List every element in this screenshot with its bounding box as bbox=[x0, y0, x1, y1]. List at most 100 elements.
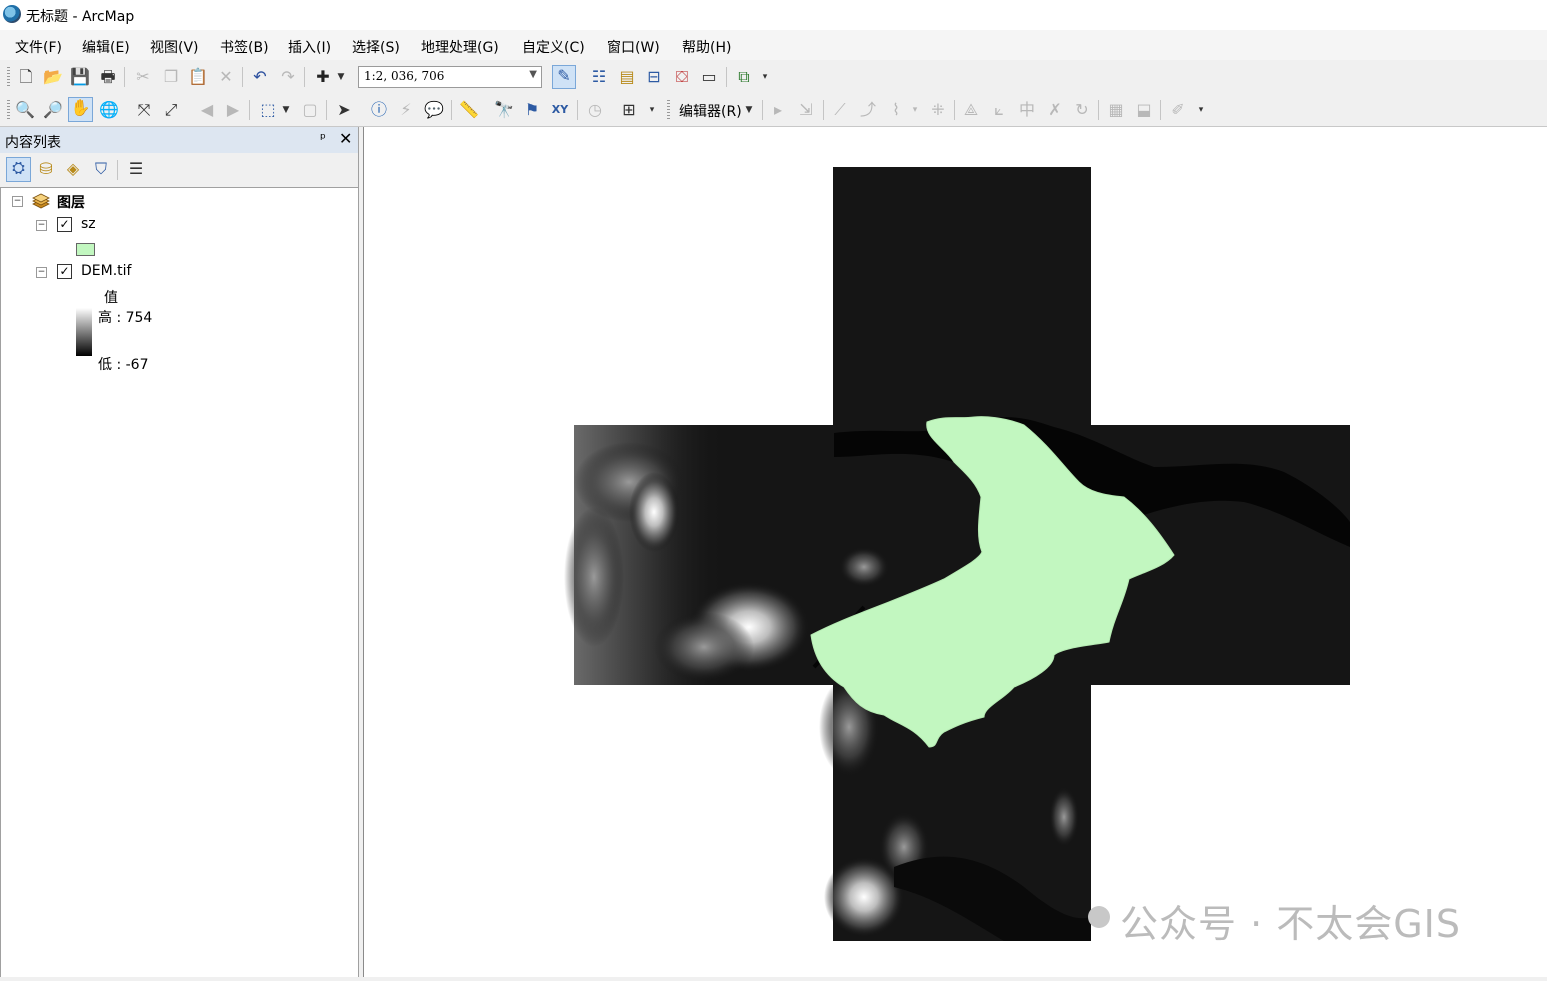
create-features-icon[interactable]: ✐ bbox=[1168, 100, 1188, 120]
toolbar-options-icon[interactable]: ▾ bbox=[760, 67, 770, 87]
fixed-zoom-in-icon[interactable]: ⤧ bbox=[134, 100, 154, 120]
menu-geoprocessing[interactable]: 地理处理(G) bbox=[421, 37, 499, 57]
identify-icon[interactable]: ⓘ bbox=[369, 100, 389, 120]
measure-icon[interactable]: 📏 bbox=[459, 100, 479, 120]
hyperlink-icon[interactable]: ⚡ bbox=[396, 100, 416, 120]
editor-dropdown-icon[interactable]: ▼ bbox=[743, 100, 755, 120]
delete-icon[interactable]: ✕ bbox=[216, 67, 236, 87]
editor-menu-button[interactable]: 编辑器(R) bbox=[679, 101, 742, 121]
html-popup-icon[interactable]: 💬 bbox=[424, 100, 444, 120]
menu-bookmarks[interactable]: 书签(B) bbox=[220, 37, 269, 57]
arctoolbox-icon[interactable]: ⛋ bbox=[672, 67, 692, 87]
toolbar-options-icon[interactable]: ▾ bbox=[647, 100, 657, 120]
map-display[interactable] bbox=[363, 127, 1547, 977]
menu-view[interactable]: 视图(V) bbox=[150, 37, 199, 57]
find-route-icon[interactable]: ⚑ bbox=[522, 100, 542, 120]
map-scale-combo[interactable]: 1:2, 036, 706 ▼ bbox=[358, 66, 542, 88]
cut-polygons-icon[interactable]: 中 bbox=[1017, 100, 1037, 120]
toolbar-grip[interactable] bbox=[7, 67, 10, 87]
toolbar-separator bbox=[1160, 100, 1161, 120]
menu-selection[interactable]: 选择(S) bbox=[352, 37, 400, 57]
list-by-source-icon[interactable]: ⛁ bbox=[36, 159, 56, 179]
list-by-drawing-order-icon[interactable]: ⛭ bbox=[6, 157, 31, 182]
standard-toolbar: 🗋 📂 💾 🖶 ✂ ❐ 📋 ✕ ↶ ↷ ✚ ▼ 1:2, 036, 706 ▼ … bbox=[0, 60, 1547, 93]
toolbar-grip[interactable] bbox=[667, 100, 670, 120]
list-by-selection-icon[interactable]: ⛉ bbox=[91, 159, 111, 179]
endpoint-arc-icon[interactable]: ⤴ bbox=[858, 100, 878, 120]
close-icon[interactable]: ✕ bbox=[339, 129, 352, 148]
menu-file[interactable]: 文件(F) bbox=[15, 37, 62, 57]
catalog-icon[interactable]: ▤ bbox=[617, 67, 637, 87]
collapse-icon[interactable]: − bbox=[12, 196, 23, 207]
select-elements-icon[interactable]: ➤ bbox=[334, 100, 354, 120]
construction-dropdown-icon[interactable]: ▾ bbox=[910, 100, 920, 120]
create-viewer-icon[interactable]: ⊞ bbox=[619, 100, 639, 120]
layers-root-label[interactable]: 图层 bbox=[57, 192, 85, 212]
chevron-down-icon[interactable]: ▼ bbox=[529, 69, 537, 80]
trace-icon[interactable]: ⌇ bbox=[886, 100, 906, 120]
collapse-icon[interactable]: − bbox=[36, 220, 47, 231]
clear-selection-icon[interactable]: ▢ bbox=[300, 100, 320, 120]
menu-windows[interactable]: 窗口(W) bbox=[607, 37, 660, 57]
point-icon[interactable]: ⁜ bbox=[928, 100, 948, 120]
toc-title: 内容列表 bbox=[5, 135, 61, 151]
layer-name-sz[interactable]: sz bbox=[81, 216, 96, 232]
add-data-dropdown-icon[interactable]: ▼ bbox=[335, 67, 347, 87]
toolbar-separator bbox=[823, 100, 824, 120]
toc-options-icon[interactable]: ☰ bbox=[126, 159, 146, 179]
redo-icon[interactable]: ↷ bbox=[278, 67, 298, 87]
print-icon[interactable]: 🖶 bbox=[98, 67, 118, 87]
go-to-xy-icon[interactable]: XY bbox=[550, 100, 570, 120]
fixed-zoom-out-icon[interactable]: ⤢ bbox=[161, 100, 181, 120]
pin-icon[interactable]: ᵖ bbox=[320, 131, 326, 147]
menu-insert[interactable]: 插入(I) bbox=[288, 37, 331, 57]
forward-extent-icon[interactable]: ▶ bbox=[223, 100, 243, 120]
pan-icon[interactable]: ✋ bbox=[68, 97, 93, 122]
straight-segment-icon[interactable]: ⟋ bbox=[830, 100, 850, 120]
select-features-icon[interactable]: ⬚ bbox=[258, 100, 278, 120]
undo-icon[interactable]: ↶ bbox=[250, 67, 270, 87]
paste-icon[interactable]: 📋 bbox=[188, 67, 208, 87]
toolbar-grip[interactable] bbox=[7, 100, 10, 120]
list-by-visibility-icon[interactable]: ◈ bbox=[63, 159, 83, 179]
layer-visibility-checkbox[interactable]: ✓ bbox=[57, 217, 72, 232]
cut-icon[interactable]: ✂ bbox=[133, 67, 153, 87]
map-canvas[interactable] bbox=[364, 127, 1547, 977]
editor-toolbar-icon[interactable]: ✎ bbox=[552, 65, 576, 89]
back-extent-icon[interactable]: ◀ bbox=[197, 100, 217, 120]
rotate-icon[interactable]: ↻ bbox=[1072, 100, 1092, 120]
new-document-icon[interactable]: 🗋 bbox=[16, 67, 36, 87]
attributes-icon[interactable]: ▦ bbox=[1106, 100, 1126, 120]
copy-icon[interactable]: ❐ bbox=[161, 67, 181, 87]
zoom-out-icon[interactable]: 🔎 bbox=[43, 100, 63, 120]
layer-visibility-checkbox[interactable]: ✓ bbox=[57, 264, 72, 279]
toolbar-separator bbox=[1098, 100, 1099, 120]
save-icon[interactable]: 💾 bbox=[70, 67, 90, 87]
collapse-icon[interactable]: − bbox=[36, 267, 47, 278]
find-icon[interactable]: 🔭 bbox=[494, 100, 514, 120]
full-extent-icon[interactable]: 🌐 bbox=[99, 100, 119, 120]
menu-edit[interactable]: 编辑(E) bbox=[82, 37, 130, 57]
add-data-icon[interactable]: ✚ bbox=[313, 67, 333, 87]
select-dropdown-icon[interactable]: ▼ bbox=[280, 100, 292, 120]
edit-tool-icon[interactable]: ▸ bbox=[768, 100, 788, 120]
time-slider-icon[interactable]: ◷ bbox=[585, 100, 605, 120]
layer-symbol-patch[interactable] bbox=[76, 243, 95, 256]
reshape-icon[interactable]: ⟀ bbox=[989, 100, 1009, 120]
open-icon[interactable]: 📂 bbox=[43, 67, 63, 87]
split-icon[interactable]: ✗ bbox=[1045, 100, 1065, 120]
layer-name-dem[interactable]: DEM.tif bbox=[81, 263, 131, 279]
menu-customize[interactable]: 自定义(C) bbox=[522, 37, 585, 57]
zoom-in-icon[interactable]: 🔍 bbox=[15, 100, 35, 120]
model-builder-icon[interactable]: ⧉ bbox=[734, 67, 754, 87]
search-window-icon[interactable]: ⊟ bbox=[644, 67, 664, 87]
toc-toolbar: ⛭ ⛁ ◈ ⛉ ☰ bbox=[0, 153, 358, 188]
table-of-contents-icon[interactable]: ☷ bbox=[589, 67, 609, 87]
edit-annotation-icon[interactable]: ⇲ bbox=[796, 100, 816, 120]
edit-vertices-icon[interactable]: ⟁ bbox=[961, 100, 981, 120]
color-ramp[interactable] bbox=[76, 308, 92, 356]
toolbar-options-icon[interactable]: ▾ bbox=[1196, 100, 1206, 120]
menu-help[interactable]: 帮助(H) bbox=[682, 37, 731, 57]
sketch-properties-icon[interactable]: ⬓ bbox=[1134, 100, 1154, 120]
python-icon[interactable]: ▭ bbox=[699, 67, 719, 87]
